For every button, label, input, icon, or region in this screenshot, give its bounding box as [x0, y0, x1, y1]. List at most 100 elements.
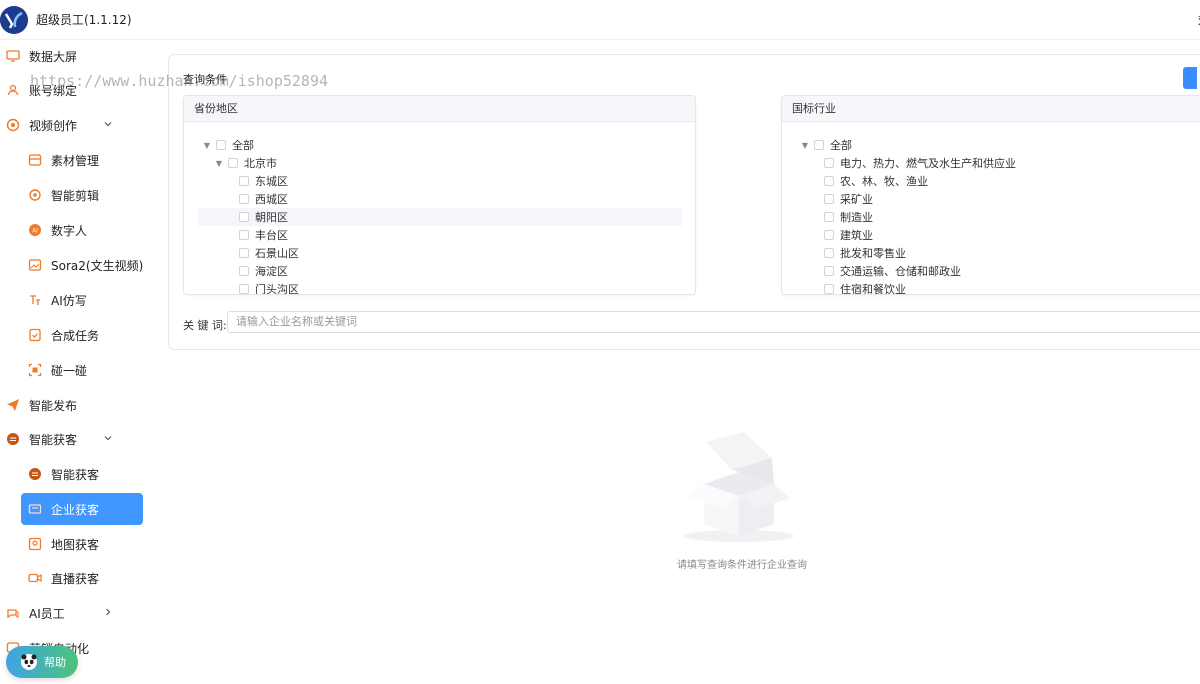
tree-node-industry[interactable]: 制造业: [824, 208, 873, 226]
tree-node-industry[interactable]: 采矿业: [824, 190, 873, 208]
acquisition-icon: [27, 466, 43, 482]
sidebar-item-material-management[interactable]: 素材管理: [0, 144, 154, 176]
query-button[interactable]: [1183, 67, 1197, 89]
help-label: 帮助: [44, 656, 66, 669]
checkbox[interactable]: [824, 230, 834, 240]
tree-node-label: 农、林、牧、渔业: [840, 175, 928, 188]
tree-node-label: 全部: [232, 139, 254, 152]
checkbox[interactable]: [239, 248, 249, 258]
tree-node-label: 东城区: [255, 175, 288, 188]
chevron-right-icon: [103, 606, 113, 620]
sidebar-item-smart-acquisition-sub[interactable]: 智能获客: [0, 458, 154, 490]
sidebar-item-enterprise-acquisition[interactable]: 企业获客: [21, 493, 143, 525]
tree-node-industry[interactable]: 交通运输、仓储和邮政业: [824, 262, 961, 280]
empty-state-text: 请填写查询条件进行企业查询: [677, 560, 807, 571]
tree-node-beijing[interactable]: ▼ 北京市: [214, 154, 277, 172]
sidebar-item-data-screen[interactable]: 数据大屏: [0, 40, 154, 72]
tree-node-industry[interactable]: 农、林、牧、渔业: [824, 172, 928, 190]
tree-node-label: 交通运输、仓储和邮政业: [840, 265, 961, 278]
chevron-down-icon: [103, 118, 113, 132]
checkbox[interactable]: [824, 266, 834, 276]
keyword-input[interactable]: 请输入企业名称或关键词: [227, 311, 1200, 333]
sidebar-item-label: 合成任务: [51, 328, 100, 343]
checkbox[interactable]: [239, 266, 249, 276]
monitor-icon: [5, 48, 21, 64]
tree-node-label: 制造业: [840, 211, 873, 224]
sidebar-item-account-binding[interactable]: 账号绑定: [0, 74, 154, 106]
sidebar-item-smart-publish[interactable]: 智能发布: [0, 389, 154, 421]
sidebar-item-label: 智能获客: [51, 467, 100, 482]
send-icon: [5, 397, 21, 413]
sidebar-item-label: Sora2(文生视频): [51, 258, 144, 273]
query-title: 查询条件: [183, 73, 227, 86]
checkbox[interactable]: [239, 194, 249, 204]
checkbox[interactable]: [239, 230, 249, 240]
smart-edit-icon: [27, 187, 43, 203]
sidebar: 数据大屏 账号绑定 视频创作 素材管理 智能剪辑 AI 数字人 Sora2(文生…: [0, 40, 154, 684]
tree-node-all[interactable]: ▼ 全部: [202, 136, 254, 154]
caret-down-icon[interactable]: ▼: [202, 141, 212, 150]
empty-box-icon: [682, 424, 796, 544]
tree-node-label: 朝阳区: [255, 211, 288, 224]
query-card: 查询条件 省份地区 ▼ 全部 ▼ 北京市 东城区 西城区 朝阳区 丰台区 石景山…: [168, 54, 1200, 350]
material-icon: [27, 152, 43, 168]
user-icon: [5, 82, 21, 98]
checkbox[interactable]: [814, 140, 824, 150]
checkbox[interactable]: [228, 158, 238, 168]
sidebar-item-bump[interactable]: 碰一碰: [0, 354, 154, 386]
sidebar-item-live-acquisition[interactable]: 直播获客: [0, 562, 154, 594]
tree-node-district[interactable]: 西城区: [239, 190, 288, 208]
caret-down-icon[interactable]: ▼: [800, 141, 810, 150]
sidebar-item-compose-task[interactable]: 合成任务: [0, 319, 154, 351]
app-title: 超级员工(1.1.12): [36, 13, 132, 27]
checkbox[interactable]: [824, 212, 834, 222]
caret-down-icon[interactable]: ▼: [214, 159, 224, 168]
tree-node-industry[interactable]: 电力、热力、燃气及水生产和供应业: [824, 154, 1016, 172]
checkbox[interactable]: [216, 140, 226, 150]
tree-node-industry[interactable]: 批发和零售业: [824, 244, 906, 262]
sidebar-item-map-acquisition[interactable]: 地图获客: [0, 528, 154, 560]
ai-staff-icon: [5, 605, 21, 621]
tree-node-label: 建筑业: [840, 229, 873, 242]
checkbox[interactable]: [824, 176, 834, 186]
tree-node-label: 北京市: [244, 157, 277, 170]
checkbox[interactable]: [239, 284, 249, 294]
sidebar-item-ai-staff[interactable]: AI员工: [0, 597, 154, 629]
video-creation-icon: [5, 117, 21, 133]
tree-node-district-hover[interactable]: 朝阳区: [198, 208, 682, 226]
live-camera-icon: [27, 570, 43, 586]
sidebar-item-smart-acquisition[interactable]: 智能获客: [0, 423, 154, 455]
tree-node-district[interactable]: 东城区: [239, 172, 288, 190]
sidebar-item-label: 数字人: [51, 223, 88, 238]
tree-node-label: 全部: [830, 139, 852, 152]
tree-node-industry[interactable]: 住宿和餐饮业: [824, 280, 906, 295]
checkbox[interactable]: [239, 176, 249, 186]
sidebar-item-label: 碰一碰: [51, 363, 88, 378]
help-button[interactable]: 帮助: [6, 646, 78, 678]
tree-node-district[interactable]: 石景山区: [239, 244, 299, 262]
sidebar-item-label: 智能获客: [29, 432, 78, 447]
checkbox[interactable]: [824, 194, 834, 204]
scan-icon: [27, 362, 43, 378]
tree-node-label: 住宿和餐饮业: [840, 283, 906, 295]
tree-node-industry[interactable]: 建筑业: [824, 226, 873, 244]
sidebar-item-ai-rewrite[interactable]: AI仿写: [0, 284, 154, 316]
sidebar-item-label: 素材管理: [51, 153, 100, 168]
tree-node-district[interactable]: 门头沟区: [239, 280, 299, 294]
checkbox[interactable]: [824, 284, 834, 294]
sidebar-item-label: 地图获客: [51, 537, 100, 552]
sidebar-item-sora2[interactable]: Sora2(文生视频): [0, 249, 154, 281]
industry-panel: 国标行业 ▼ 全部 电力、热力、燃气及水生产和供应业 农、林、牧、渔业 采矿业 制…: [781, 95, 1200, 295]
tree-node-label: 采矿业: [840, 193, 873, 206]
sidebar-item-label: AI员工: [29, 606, 65, 621]
tree-node-district[interactable]: 丰台区: [239, 226, 288, 244]
sidebar-item-smart-editing[interactable]: 智能剪辑: [0, 179, 154, 211]
checkbox[interactable]: [239, 212, 249, 222]
checkbox[interactable]: [824, 248, 834, 258]
tree-node-district[interactable]: 海淀区: [239, 262, 288, 280]
sidebar-item-video-creation[interactable]: 视频创作: [0, 109, 154, 141]
checkbox[interactable]: [824, 158, 834, 168]
sidebar-item-digital-human[interactable]: AI 数字人: [0, 214, 154, 246]
tree-node-label: 丰台区: [255, 229, 288, 242]
tree-node-all[interactable]: ▼ 全部: [800, 136, 852, 154]
